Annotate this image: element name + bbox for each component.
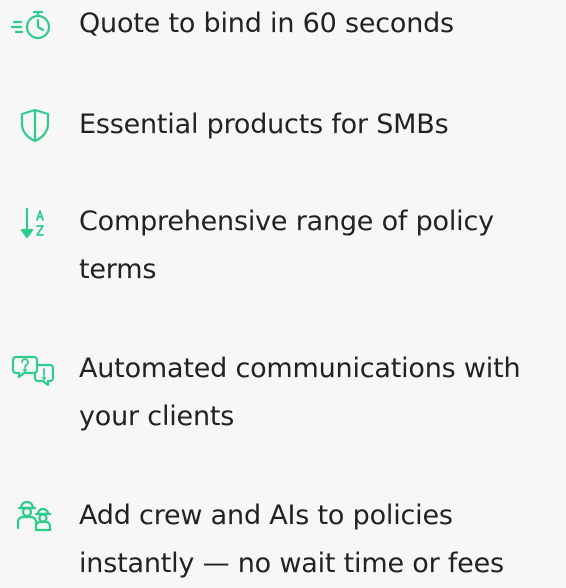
feature-text: Automated communications with your clien… <box>79 353 521 432</box>
feature-text: Essential products for SMBs <box>79 109 449 140</box>
crew-people-icon <box>8 496 62 536</box>
feature-text: Comprehensive range of policy terms <box>79 206 494 285</box>
shield-icon <box>8 105 62 145</box>
feature-text: Add crew and AIs to policies instantly —… <box>79 500 504 579</box>
chat-question-icon <box>8 349 62 389</box>
sort-a-z-icon <box>8 203 62 243</box>
feature-text: Quote to bind in 60 seconds <box>79 8 454 39</box>
stopwatch-icon <box>8 4 62 44</box>
